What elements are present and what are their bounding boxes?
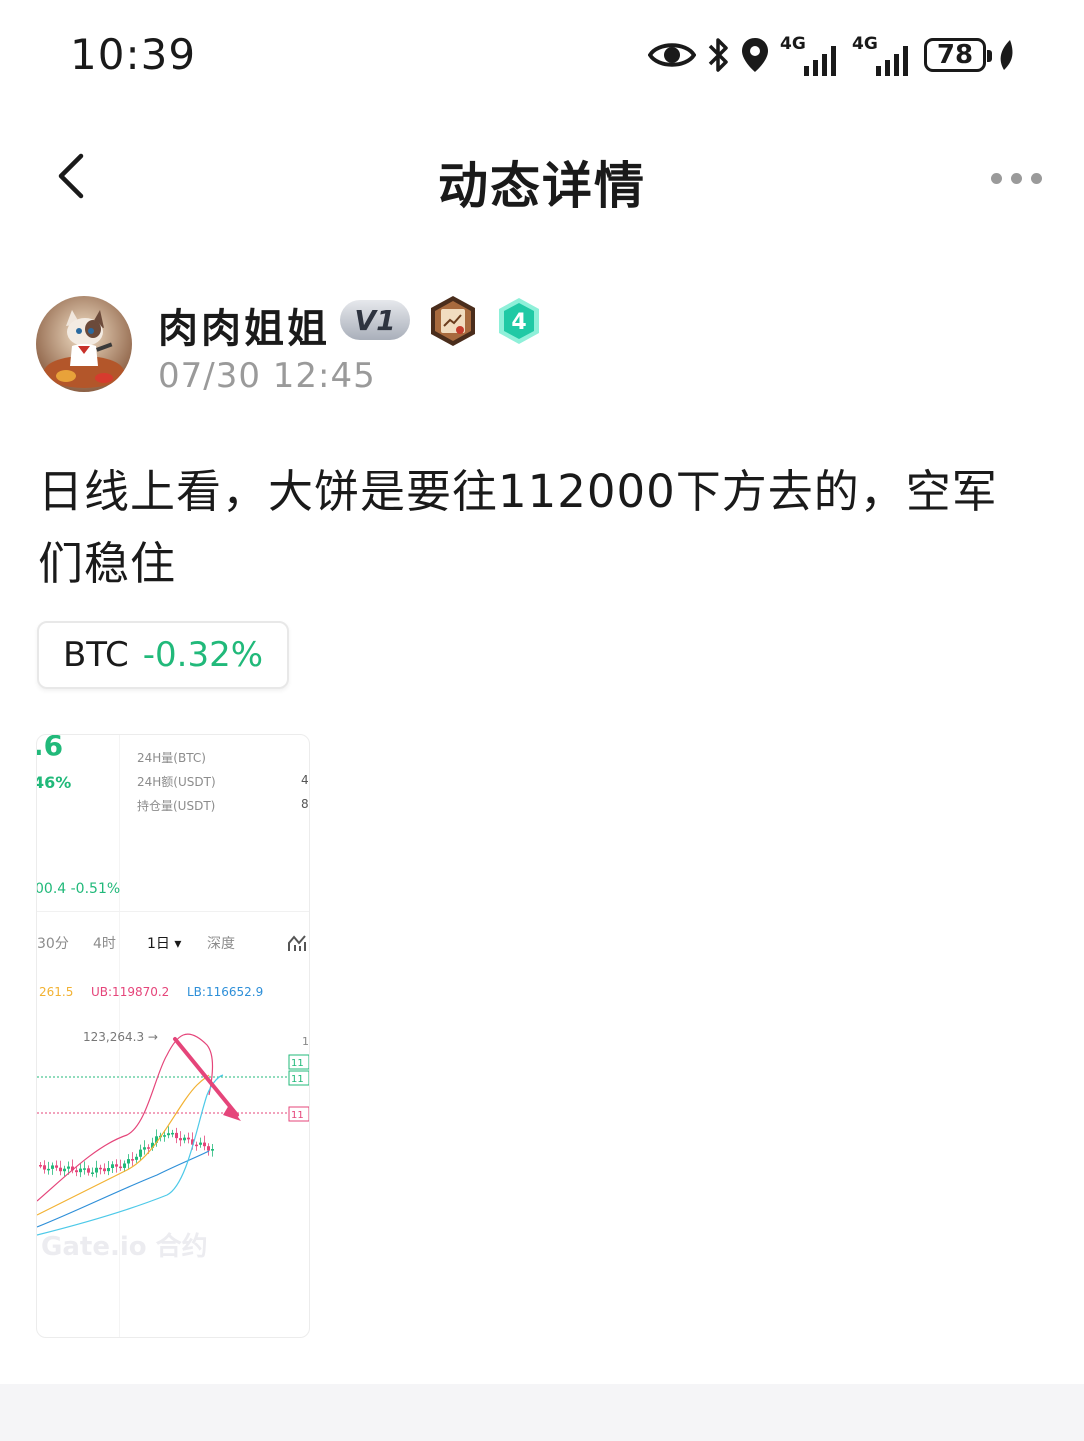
candle-body	[135, 1156, 138, 1160]
candle-body	[111, 1164, 114, 1169]
post-image[interactable]: .6 46% 24H量(BTC) 24H额(USDT) 持仓量(USDT) 4 …	[36, 734, 310, 1338]
status-icons: 4G 4G 78	[648, 34, 1018, 76]
candle-body	[195, 1144, 198, 1147]
battery-level: 78	[936, 40, 974, 70]
candle-body	[79, 1168, 82, 1173]
candle-body	[131, 1159, 134, 1161]
candle-body	[207, 1146, 210, 1151]
leaf-icon	[1000, 40, 1013, 70]
battery-icon: 78	[924, 38, 992, 72]
candle-body	[99, 1167, 102, 1170]
candle-body	[115, 1164, 118, 1167]
candle-body	[63, 1168, 66, 1172]
candle-body	[163, 1135, 166, 1137]
image-stat-label: 24H量(BTC)	[137, 751, 206, 765]
indicator-value: 261.5	[39, 985, 74, 999]
author-name[interactable]: 肉肉姐姐	[158, 296, 330, 354]
candle-body	[39, 1165, 42, 1167]
more-dots-icon	[1010, 172, 1022, 184]
page-title: 动态详情	[438, 157, 646, 215]
peak-label: 123,264.3 →	[83, 1030, 158, 1044]
image-tab: 1日 ▾	[147, 936, 182, 952]
candle-body	[87, 1168, 90, 1173]
price-tag: 11	[291, 1058, 304, 1069]
candle-body	[43, 1165, 46, 1170]
price-tag: 11	[291, 1110, 304, 1121]
level-value: 4	[511, 310, 526, 335]
candle-body	[143, 1147, 146, 1150]
author-header: 肉肉姐姐 V1 4 07/30 12:45	[36, 294, 1036, 404]
candle-body	[55, 1165, 58, 1168]
image-stat-value: 4	[301, 773, 309, 787]
bottom-divider	[0, 1384, 1084, 1441]
axis-tick: 1	[302, 1035, 309, 1048]
candle-body	[187, 1137, 190, 1140]
indicator-icon	[288, 935, 306, 951]
candle-body	[199, 1142, 202, 1145]
candle-body	[47, 1168, 50, 1171]
candle-body	[107, 1168, 110, 1172]
image-tab: 深度	[207, 936, 235, 952]
coin-symbol: BTC	[62, 635, 129, 675]
image-stat-label: 持仓量(USDT)	[137, 799, 216, 813]
candlestick-chart: 1 123,264.3 → 11 11 11 Gate.io 合约	[37, 1030, 309, 1262]
candle-body	[67, 1166, 70, 1169]
vip-badge: V1	[340, 300, 410, 340]
signal-icon: 4G	[852, 34, 914, 76]
image-price-value: .6	[36, 734, 64, 762]
candle-body	[91, 1172, 94, 1174]
candle-body	[147, 1147, 150, 1149]
eye-icon	[648, 43, 696, 67]
more-button[interactable]	[984, 158, 1048, 198]
image-price-line: 00.4 -0.51%	[36, 881, 121, 897]
watermark: Gate.io 合约	[41, 1231, 208, 1262]
indicator-value: LB:116652.9	[187, 985, 264, 999]
candle-body	[123, 1163, 126, 1168]
image-tab: 4时	[93, 936, 116, 952]
signal-icon: 4G	[780, 34, 842, 76]
image-timeframe-tabs: 30分 4时 1日 ▾ 深度	[37, 933, 309, 957]
image-price-change: 46%	[36, 773, 72, 792]
image-stat-value: 8	[301, 797, 309, 811]
candle-body	[139, 1149, 142, 1157]
status-bar: 10:39 4G 4G 78	[0, 0, 1084, 110]
candle-body	[175, 1132, 178, 1139]
indicator-value: UB:119870.2	[91, 985, 170, 999]
vip-label: V1	[354, 303, 396, 337]
avatar[interactable]	[36, 296, 132, 392]
level-badge-icon: 4	[499, 298, 539, 344]
candle-body	[183, 1137, 186, 1141]
candle-body	[179, 1138, 182, 1141]
candle-body	[51, 1165, 54, 1169]
candle-body	[203, 1142, 206, 1147]
more-dots-icon	[990, 172, 1002, 184]
candle-body	[59, 1167, 62, 1172]
candle-body	[83, 1168, 86, 1170]
more-dots-icon	[1030, 172, 1042, 184]
status-time: 10:39	[70, 30, 197, 79]
nav-bar: 动态详情	[0, 120, 1084, 232]
post-time: 07/30 12:45	[158, 356, 376, 396]
candle-body	[127, 1159, 130, 1164]
candle-body	[95, 1167, 98, 1173]
coin-tag-button[interactable]: BTC -0.32%	[37, 621, 289, 689]
image-stat-label: 24H额(USDT)	[137, 775, 216, 789]
post-body: 日线上看，大饼是要往112000下方去的，空军们稳住	[38, 465, 998, 590]
price-tag: 11	[291, 1074, 304, 1085]
candle-body	[211, 1149, 214, 1151]
coin-change: -0.32%	[142, 635, 264, 675]
bluetooth-icon	[708, 38, 728, 72]
divider	[37, 911, 309, 912]
image-tab: 30分	[37, 936, 69, 952]
location-icon	[742, 38, 768, 72]
candle-body	[103, 1168, 106, 1172]
candle-body	[171, 1132, 174, 1135]
candle-body	[167, 1133, 170, 1136]
candle-body	[119, 1166, 122, 1169]
candle-body	[75, 1170, 78, 1173]
scroll-badge-icon	[431, 296, 475, 346]
